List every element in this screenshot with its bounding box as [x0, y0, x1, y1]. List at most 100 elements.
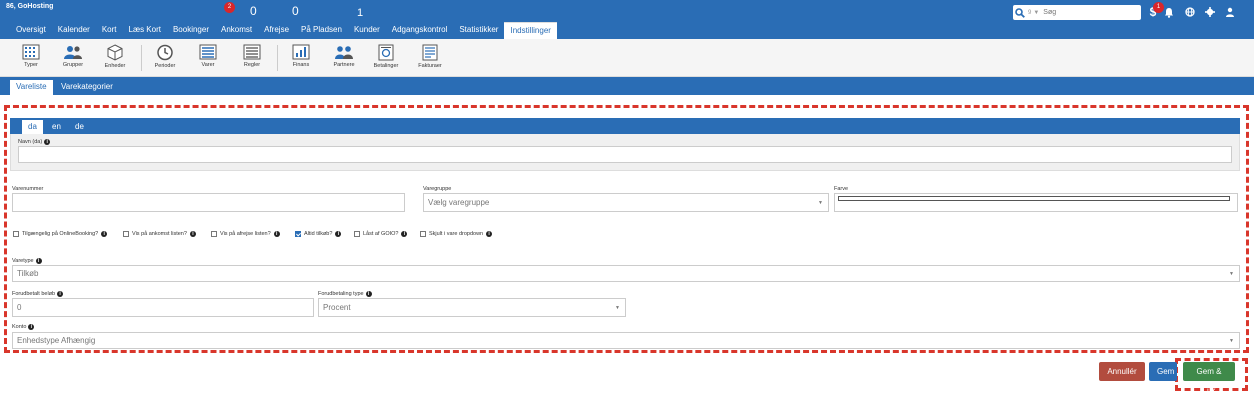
nav-item-indstillinger[interactable]: Indstillinger [504, 22, 557, 39]
chevron-down-icon: ▼ [1229, 337, 1234, 344]
tool-label: Typer [24, 62, 38, 68]
checkbox-always-addon[interactable]: Altid tilkøb? i [295, 231, 342, 237]
checkbox-label: Tilgængelig på OnlineBooking? [22, 231, 99, 237]
save-button[interactable]: Gem [1149, 362, 1177, 381]
checkbox-checked[interactable] [295, 231, 301, 237]
tool-finans[interactable]: Finans [284, 41, 318, 75]
payment-icon [378, 44, 394, 61]
info-icon[interactable]: i [365, 291, 372, 297]
info-icon[interactable]: i [35, 258, 42, 264]
checkbox-locked-goio[interactable]: Låst af GOIO? i [354, 231, 408, 237]
main-nav: Oversigt Kalender Kort Læs Kort Bookinger Ank… [10, 22, 557, 39]
globe-icon[interactable] [1184, 6, 1196, 18]
checkbox-online-booking[interactable]: Tilgængelig på OnlineBooking? i [13, 231, 108, 237]
checkbox[interactable] [13, 231, 19, 237]
search-input[interactable] [1043, 9, 1124, 16]
users-icon [64, 46, 82, 59]
info-icon[interactable]: i [335, 231, 342, 237]
checkbox[interactable] [211, 231, 217, 237]
account-select[interactable]: Enhedstype Afhængig ▼ [12, 332, 1240, 349]
nav-item-kort[interactable]: Kort [96, 22, 123, 39]
type-label: Varetype i [12, 258, 42, 264]
search-icon[interactable] [1013, 5, 1027, 20]
checkbox[interactable] [123, 231, 129, 237]
item-number-label: Varenummer [12, 186, 44, 192]
tool-varer[interactable]: Varer [191, 41, 225, 75]
on-site-counter[interactable]: 1 [357, 7, 363, 19]
info-icon[interactable]: i [101, 231, 108, 237]
chevron-down-icon: ▼ [615, 304, 620, 311]
info-icon[interactable]: i [486, 231, 493, 237]
arrivals-badge: 2 [224, 2, 235, 13]
clock-icon [157, 44, 173, 61]
type-select-value: Tilkøb [17, 269, 39, 278]
tab-lang-en[interactable]: en [46, 120, 67, 134]
name-field[interactable] [18, 146, 1232, 163]
nav-item-statistikker[interactable]: Statistikker [453, 22, 504, 39]
tool-regler[interactable]: Regler [235, 41, 269, 75]
info-icon[interactable]: i [189, 231, 196, 237]
checkbox-label: Vis på ankomst listen? [132, 231, 187, 237]
chevron-down-icon[interactable]: ▼ [1033, 10, 1039, 16]
arrivals-counter[interactable]: 0 [250, 4, 257, 18]
item-number-field[interactable] [12, 193, 405, 212]
type-select[interactable]: Tilkøb ▼ [12, 265, 1240, 282]
info-icon[interactable]: i [273, 231, 280, 237]
account-label-text: Konto [12, 324, 27, 330]
prepaid-amount-field[interactable] [12, 298, 314, 317]
tool-label: Fakturaer [418, 63, 442, 69]
gear-icon[interactable] [1204, 6, 1216, 18]
prepaid-type-select[interactable]: Procent ▼ [318, 298, 626, 317]
checkbox-label: Skjult i vare dropdown [429, 231, 484, 237]
list-icon [199, 44, 217, 60]
chevron-down-icon: ▼ [818, 199, 823, 206]
bell-icon[interactable] [1163, 6, 1175, 18]
prepaid-type-label: Forudbetaling type i [318, 291, 372, 297]
tab-varekategorier[interactable]: Varekategorier [55, 80, 119, 95]
checkbox-hidden-dropdown[interactable]: Skjult i vare dropdown i [420, 231, 493, 237]
info-icon[interactable]: i [44, 139, 51, 145]
tool-partnere[interactable]: Partnere [327, 41, 361, 75]
nav-item-kalender[interactable]: Kalender [52, 22, 96, 39]
cancel-button[interactable]: Annullér [1099, 362, 1145, 381]
tool-label: Partnere [333, 62, 355, 68]
user-icon[interactable] [1224, 6, 1236, 18]
checkbox-show-departure[interactable]: Vis på afrejse listen? i [211, 231, 280, 237]
toolbar-separator [277, 45, 278, 71]
tool-enheder[interactable]: Enheder [98, 41, 132, 75]
tab-lang-de[interactable]: de [69, 120, 90, 134]
nav-item-bookinger[interactable]: Bookinger [167, 22, 215, 39]
checkbox[interactable] [420, 231, 426, 237]
nav-item-adgangskontrol[interactable]: Adgangskontrol [386, 22, 454, 39]
nav-item-på-pladsen[interactable]: På Pladsen [295, 22, 348, 39]
nav-item-ankomst[interactable]: Ankomst [215, 22, 258, 39]
search-box[interactable]: 9 ▼ [1013, 5, 1141, 20]
cube-icon [107, 44, 123, 61]
tab-lang-da[interactable]: da [22, 120, 43, 134]
save-close-button[interactable]: Gem & Luk [1183, 362, 1235, 395]
nav-item-oversigt[interactable]: Oversigt [10, 22, 52, 39]
account-select-value: Enhedstype Afhængig [17, 336, 96, 345]
grid-icon [22, 44, 40, 60]
info-icon[interactable]: i [401, 231, 408, 237]
info-icon[interactable]: i [28, 324, 35, 330]
checkbox[interactable] [354, 231, 360, 237]
checkbox-show-arrival[interactable]: Vis på ankomst listen? i [123, 231, 196, 237]
search-count[interactable]: 9 [1028, 10, 1031, 16]
info-icon[interactable]: i [57, 291, 64, 297]
group-select[interactable]: Vælg varegruppe ▼ [423, 193, 829, 212]
color-swatch[interactable] [838, 196, 1230, 201]
type-label-text: Varetype [12, 258, 34, 264]
departures-counter[interactable]: 0 [292, 4, 299, 18]
tool-perioder[interactable]: Perioder [148, 41, 182, 75]
tool-grupper[interactable]: Grupper [56, 41, 90, 75]
nav-item-afrejse[interactable]: Afrejse [258, 22, 295, 39]
tool-typer[interactable]: Typer [14, 41, 48, 75]
tool-fakturaer[interactable]: Fakturaer [413, 41, 447, 75]
prepaid-label: Forudbetalt beløb i [12, 291, 64, 297]
nav-item-læs-kort[interactable]: Læs Kort [123, 22, 167, 39]
tab-vareliste[interactable]: Vareliste [10, 80, 53, 95]
nav-item-kunder[interactable]: Kunder [348, 22, 386, 39]
tool-betalinger[interactable]: Betalinger [369, 41, 403, 75]
chevron-down-icon: ▼ [1229, 270, 1234, 277]
